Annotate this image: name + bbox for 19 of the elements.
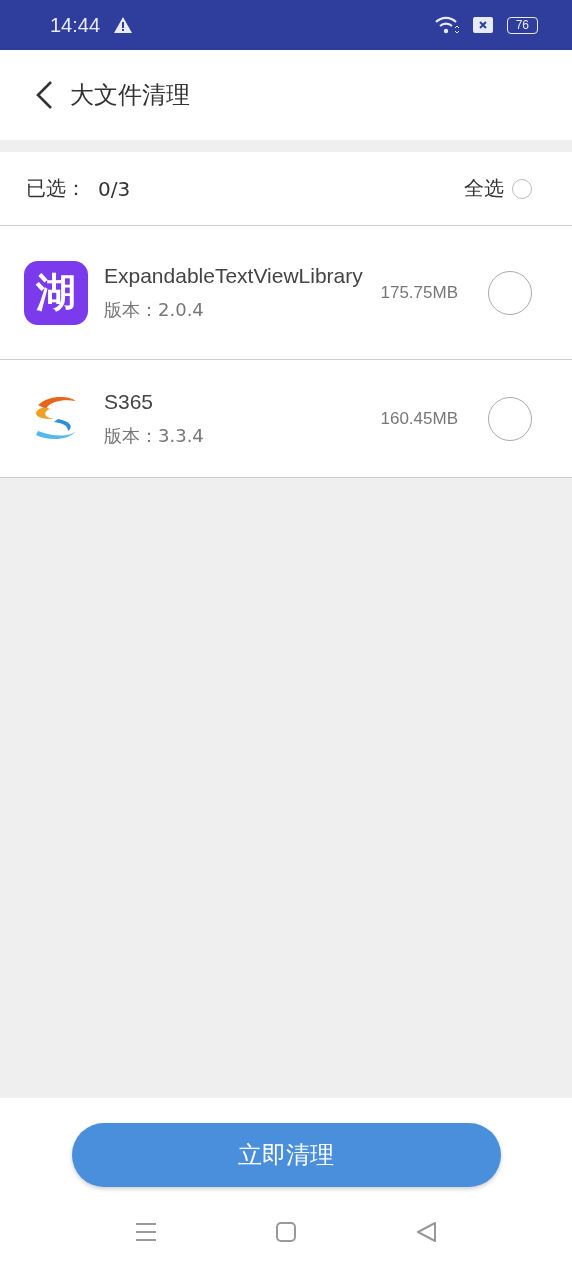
selected-count: 0/3 [98,176,131,201]
no-sim-icon [472,17,493,33]
select-all-toggle[interactable]: 全选 [464,175,532,202]
file-size: 175.75MB [380,282,458,303]
warning-icon [114,17,133,33]
home-icon[interactable] [275,1221,297,1243]
app-name: S365 [104,389,155,414]
wifi-icon [434,16,459,34]
back-icon[interactable] [415,1221,437,1243]
file-size: 160.45MB [380,408,458,429]
clock: 14:44 [50,13,101,37]
selected-label: 已选： [26,175,86,202]
menu-icon[interactable] [135,1222,157,1242]
app-version: 版本：3.3.4 [104,423,204,448]
app-version: 版本：2.0.4 [104,297,205,322]
app-icon: 湖 [24,260,88,325]
app-name: ExpandableTextViewLibrary [104,263,363,288]
page-title: 大文件清理 [70,80,190,111]
battery-indicator: 76 [506,16,538,34]
